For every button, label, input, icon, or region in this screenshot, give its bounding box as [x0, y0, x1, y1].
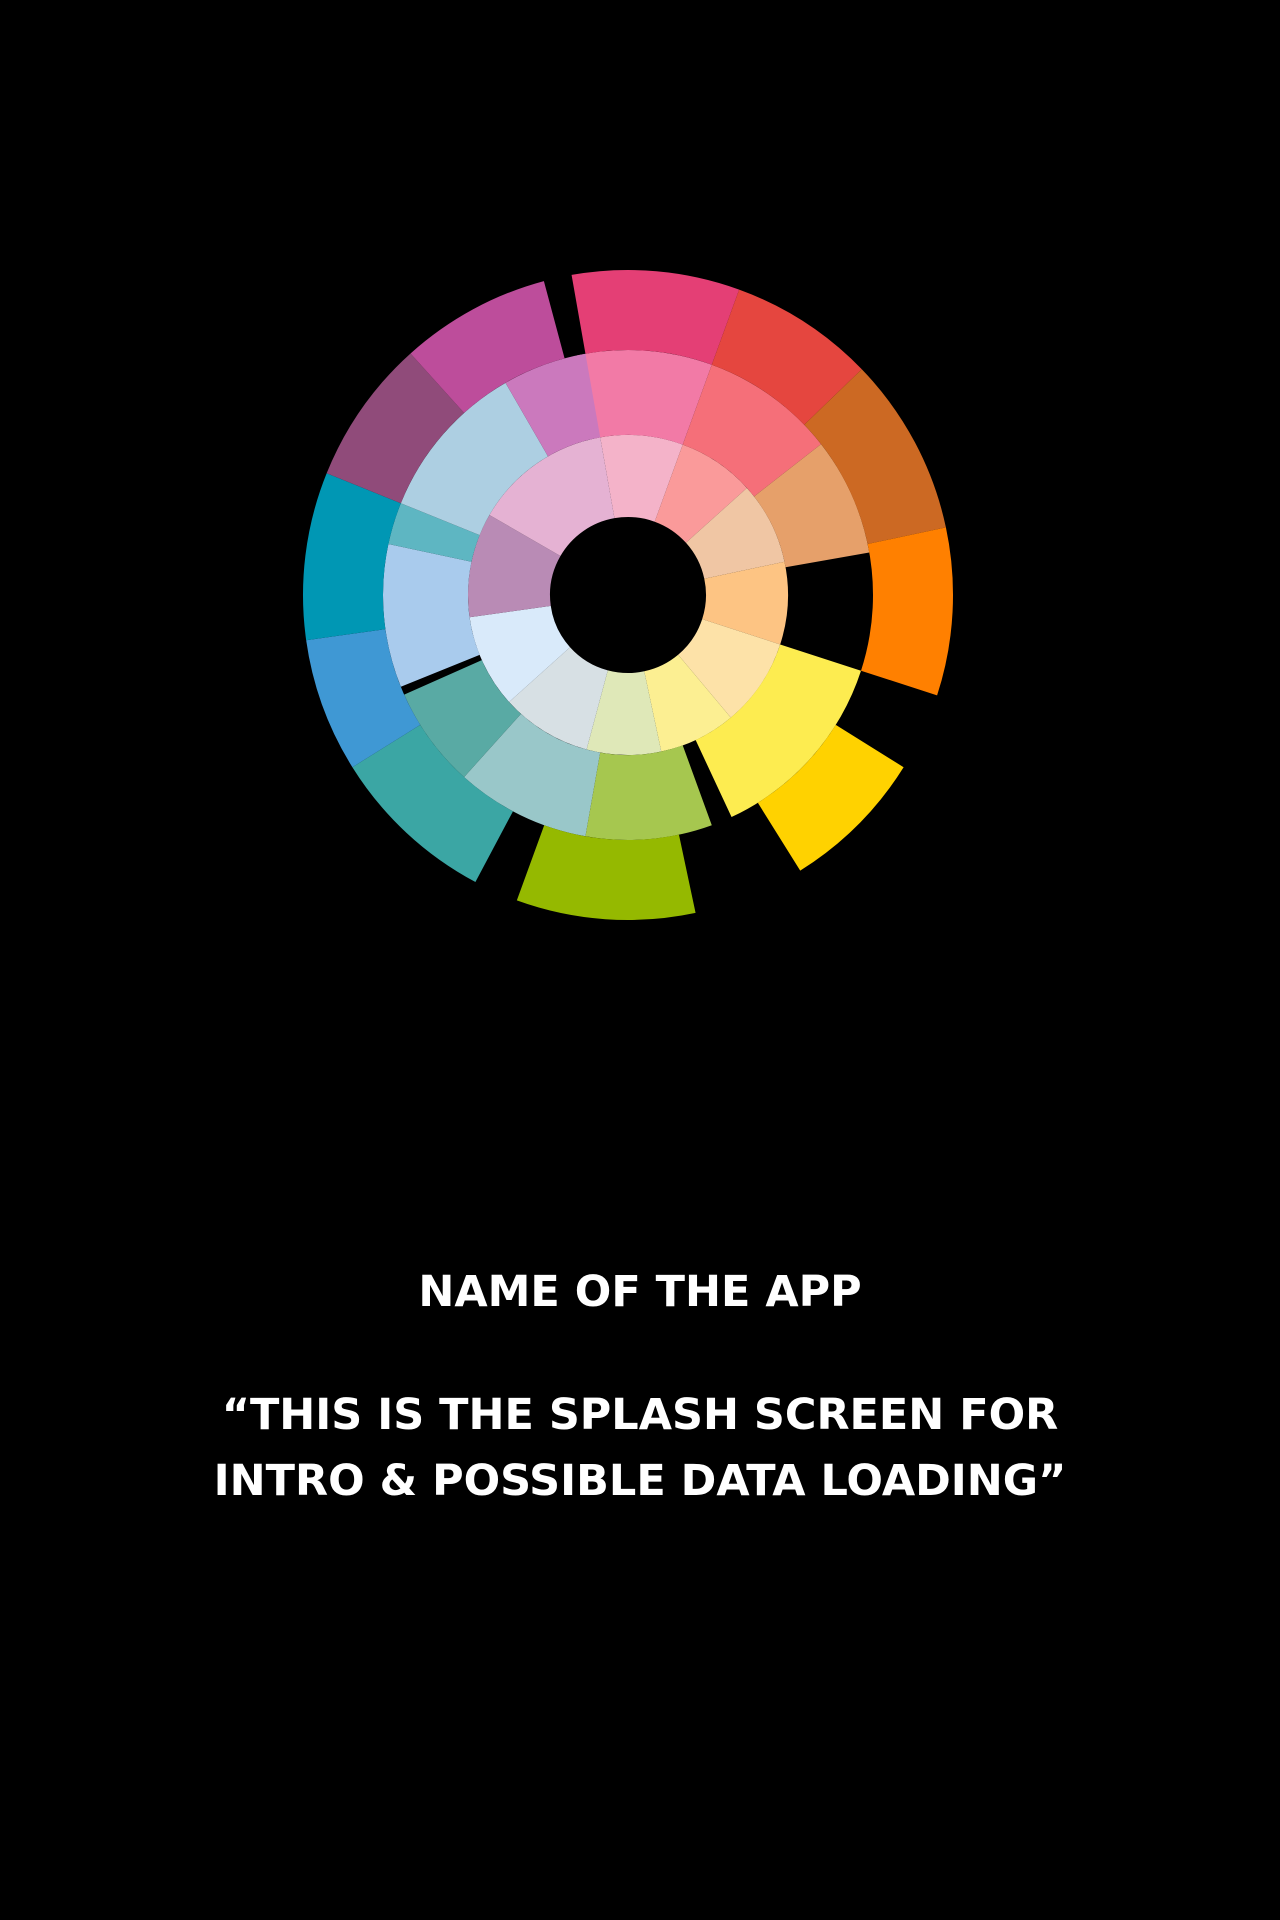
splash-screen: NAME OF THE APP “THIS IS THE SPLASH SCRE… [0, 0, 1280, 1920]
app-name-title: NAME OF THE APP [418, 1267, 862, 1317]
logo-middle-segment [383, 544, 480, 687]
logo-center-hole [551, 518, 705, 672]
color-wheel-logo-icon [303, 269, 953, 921]
logo-outer-segment [571, 269, 740, 365]
logo-outer-segment [861, 527, 953, 696]
splash-tagline: “THIS IS THE SPLASH SCREEN FOR INTRO & P… [213, 1390, 1067, 1506]
logo-outer-segment [516, 825, 696, 921]
logo-middle-segment [585, 745, 712, 840]
